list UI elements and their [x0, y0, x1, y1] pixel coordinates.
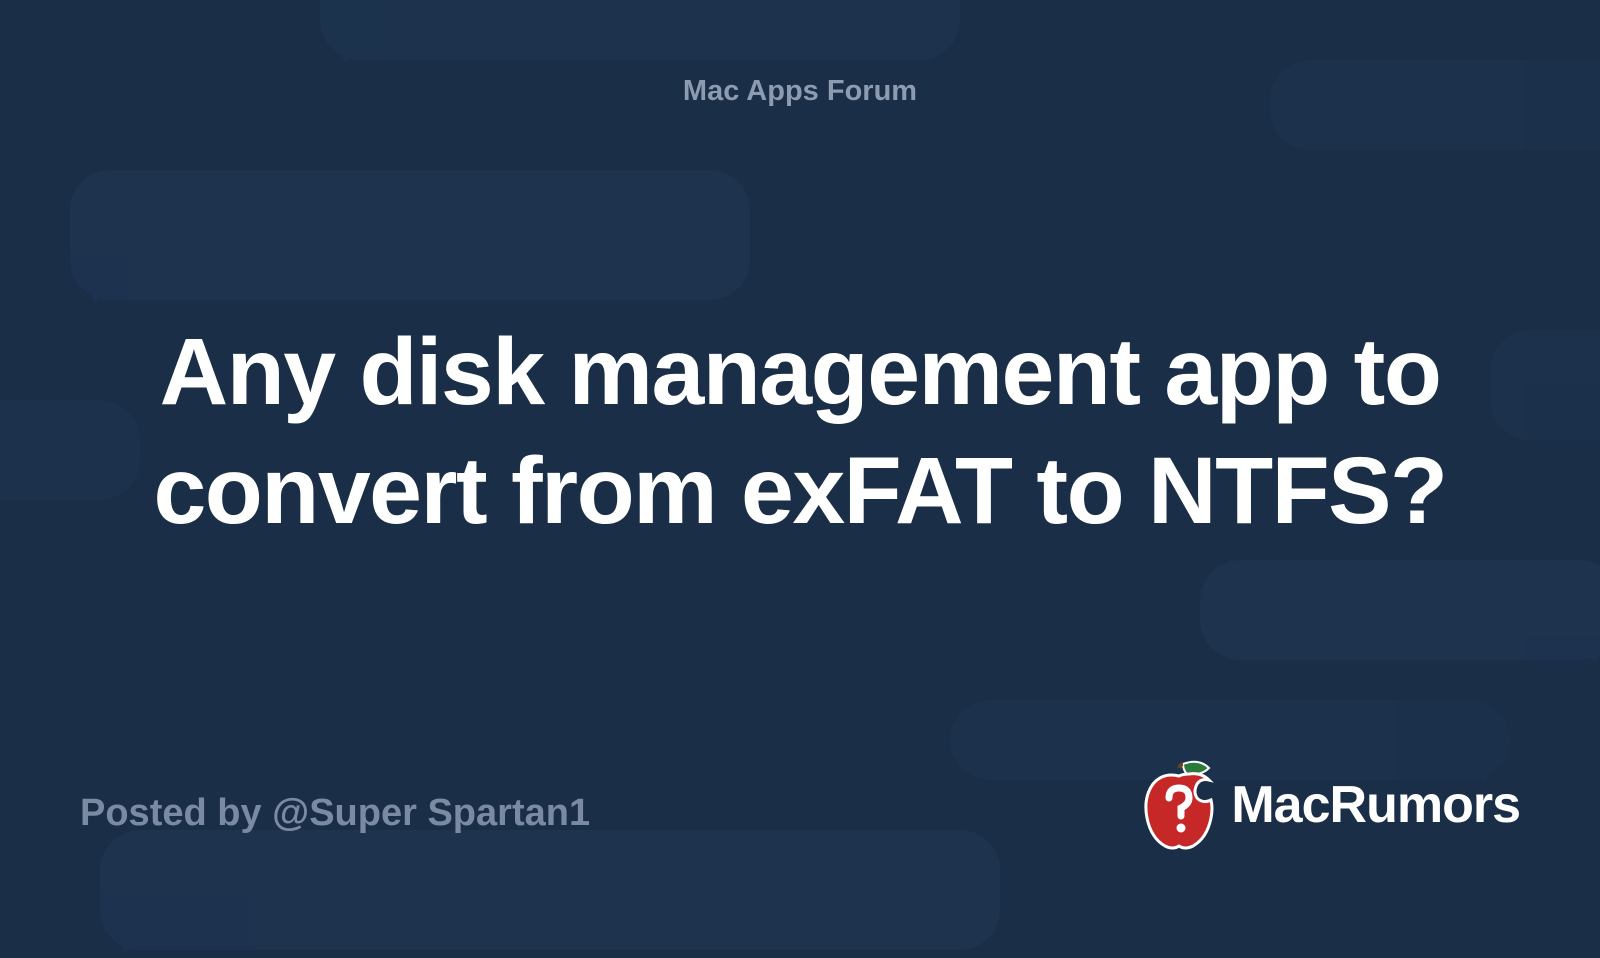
author-handle: @Super Spartan1	[272, 792, 590, 834]
card-footer: Posted by @Super Spartan1 MacRumors	[80, 760, 1520, 850]
apple-logo-icon	[1139, 760, 1219, 850]
brand-logo: MacRumors	[1139, 760, 1520, 850]
post-title: Any disk management app to convert from …	[80, 103, 1520, 760]
post-author: Posted by @Super Spartan1	[80, 792, 590, 835]
brand-name: MacRumors	[1231, 775, 1520, 835]
author-prefix: Posted by	[80, 792, 272, 834]
social-card: Mac Apps Forum Any disk management app t…	[0, 0, 1600, 900]
